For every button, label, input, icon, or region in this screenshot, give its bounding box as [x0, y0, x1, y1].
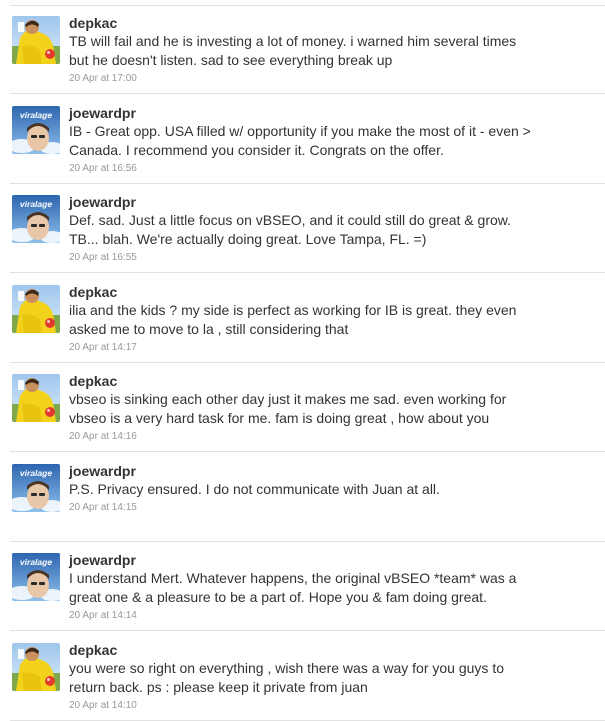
message-line: vbseo is sinking each other day just it …	[69, 391, 507, 407]
message-line: TB will fail and he is investing a lot o…	[69, 33, 517, 49]
tweet-item: viralage joewardpr P.S. Privacy ensured. …	[0, 453, 605, 542]
username-link[interactable]: joewardpr	[69, 105, 589, 122]
tweet-item: viralage joewardpr I understand Mert. Wha…	[0, 542, 605, 631]
timestamp-link[interactable]: 20 Apr at 14:17	[69, 341, 589, 355]
depkac-avatar-image	[12, 16, 60, 64]
tweet-item: depkac you were so right on everything , …	[0, 632, 605, 721]
tweet-content: joewardpr I understand Mert. Whatever hap…	[69, 552, 589, 623]
avatar[interactable]: viralage	[12, 463, 60, 512]
username-link[interactable]: depkac	[69, 284, 589, 301]
message-line: you were so right on everything , wish t…	[69, 659, 504, 676]
tweet-content: joewardpr IB - Great opp. USA filled w/ o…	[69, 105, 589, 176]
message-line: TB... blah. We're actually doing great. …	[69, 231, 427, 247]
avatar[interactable]	[12, 284, 60, 333]
viralage-avatar-image: viralage	[12, 463, 60, 512]
message-line: P.S. Privacy ensured. I do not communica…	[69, 480, 440, 497]
avatar[interactable]	[12, 642, 60, 691]
timestamp-link[interactable]: 20 Apr at 14:16	[69, 430, 589, 444]
tweet-item: depkac TB will fail and he is investing a…	[0, 5, 605, 94]
tweet-content: joewardpr P.S. Privacy ensured. I do not …	[69, 463, 589, 515]
message-line: vbseo is a very hard task for me. fam is…	[69, 410, 490, 426]
message-line: Canada. I recommend you consider it. Con…	[69, 141, 444, 158]
avatar[interactable]: viralage	[12, 553, 60, 601]
viralage-logo-text: viralage	[20, 110, 52, 120]
username-link[interactable]: depkac	[69, 373, 589, 390]
tweet-item: viralage joewardpr Def. sad. Just a littl…	[0, 184, 605, 273]
message-line: great one & a pleasure to be a part of. …	[69, 589, 487, 605]
username-link[interactable]: joewardpr	[69, 552, 589, 569]
timestamp-link[interactable]: 20 Apr at 14:15	[69, 501, 589, 515]
timestamp-link[interactable]: 20 Apr at 17:00	[69, 72, 589, 86]
depkac-avatar-image	[12, 642, 60, 691]
message-feed: depkac TB will fail and he is investing a…	[0, 0, 605, 721]
viralage-avatar-image: viralage	[12, 105, 60, 154]
viralage-logo-text: viralage	[20, 557, 52, 567]
message-line: Def. sad. Just a little focus on vBSEO, …	[69, 212, 511, 228]
message-line: ilia and the kids ? my side is perfect a…	[69, 301, 517, 318]
tweet-content: depkac TB will fail and he is investing a…	[69, 15, 589, 86]
viralage-logo-text: viralage	[20, 199, 52, 209]
timestamp-link[interactable]: 20 Apr at 14:14	[69, 609, 589, 623]
viralage-avatar-image: viralage	[12, 195, 60, 243]
avatar[interactable]: viralage	[12, 195, 60, 243]
username-link[interactable]: joewardpr	[69, 463, 589, 480]
avatar[interactable]	[12, 16, 60, 64]
tweet-item: depkac ilia and the kids ? my side is per…	[0, 274, 605, 363]
timestamp-link[interactable]: 20 Apr at 16:55	[69, 251, 589, 265]
tweet-content: depkac vbseo is sinking each other day ju…	[69, 373, 589, 444]
avatar[interactable]	[12, 374, 60, 422]
message-line: but he doesn't listen. sad to see everyt…	[69, 52, 393, 68]
depkac-avatar-image	[12, 374, 60, 422]
username-link[interactable]: depkac	[69, 642, 589, 659]
depkac-avatar-image	[12, 284, 60, 333]
username-link[interactable]: joewardpr	[69, 194, 589, 211]
avatar[interactable]: viralage	[12, 105, 60, 154]
viralage-avatar-image: viralage	[12, 553, 60, 601]
message-line: I understand Mert. Whatever happens, the…	[69, 570, 517, 586]
message-line: asked me to move to la , still consideri…	[69, 320, 349, 337]
tweet-content: depkac you were so right on everything , …	[69, 642, 589, 713]
tweet-item: viralage joewardpr IB - Great opp. USA fi…	[0, 95, 605, 184]
tweet-content: joewardpr Def. sad. Just a little focus o…	[69, 194, 589, 265]
message-line: return back. ps : please keep it private…	[69, 678, 368, 695]
timestamp-link[interactable]: 20 Apr at 16:56	[69, 162, 589, 176]
viralage-logo-text: viralage	[20, 468, 52, 478]
username-link[interactable]: depkac	[69, 15, 589, 32]
message-line: IB - Great opp. USA filled w/ opportunit…	[69, 122, 531, 139]
tweet-item: depkac vbseo is sinking each other day ju…	[0, 363, 605, 452]
tweet-content: depkac ilia and the kids ? my side is per…	[69, 284, 589, 355]
